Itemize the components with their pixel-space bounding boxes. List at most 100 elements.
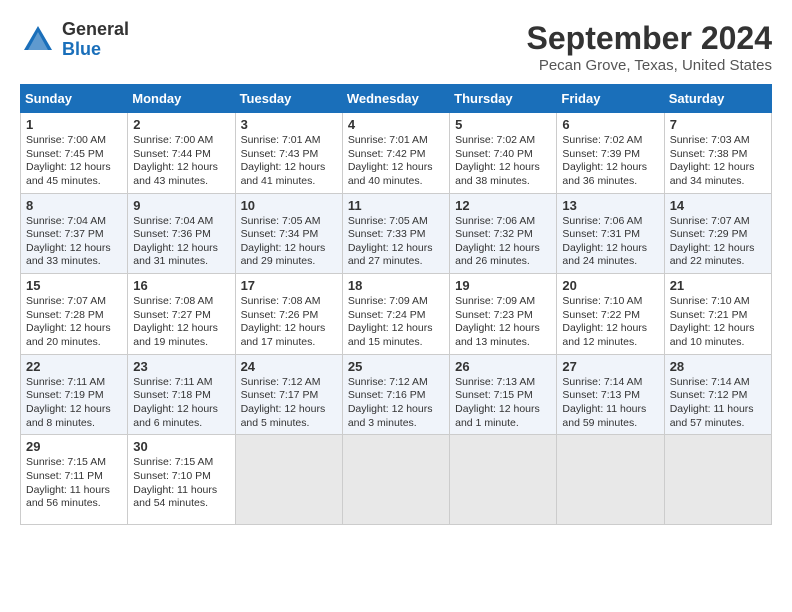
day-info-line: and 43 minutes. [133, 175, 229, 189]
day-number: 2 [133, 117, 229, 132]
day-info-line: Daylight: 12 hours [348, 242, 444, 256]
day-info-line: Sunset: 7:24 PM [348, 309, 444, 323]
day-info-line: Daylight: 12 hours [133, 322, 229, 336]
day-info-line: Sunrise: 7:01 AM [348, 134, 444, 148]
day-info-line: Daylight: 12 hours [26, 403, 122, 417]
day-number: 13 [562, 198, 658, 213]
logo-icon [20, 22, 56, 58]
calendar-cell: 5Sunrise: 7:02 AMSunset: 7:40 PMDaylight… [450, 113, 557, 194]
calendar-cell: 3Sunrise: 7:01 AMSunset: 7:43 PMDaylight… [235, 113, 342, 194]
day-info-line: Daylight: 12 hours [133, 403, 229, 417]
day-info-line: Sunrise: 7:02 AM [455, 134, 551, 148]
day-info-line: Sunset: 7:17 PM [241, 389, 337, 403]
calendar-cell: 17Sunrise: 7:08 AMSunset: 7:26 PMDayligh… [235, 274, 342, 355]
calendar-table: SundayMondayTuesdayWednesdayThursdayFrid… [20, 84, 772, 525]
day-number: 7 [670, 117, 766, 132]
day-info-line: Sunset: 7:18 PM [133, 389, 229, 403]
day-info-line: Sunrise: 7:07 AM [670, 215, 766, 229]
day-info-line: Daylight: 12 hours [348, 322, 444, 336]
calendar-cell: 18Sunrise: 7:09 AMSunset: 7:24 PMDayligh… [342, 274, 449, 355]
day-info-line: Sunrise: 7:13 AM [455, 376, 551, 390]
day-info-line: Sunset: 7:28 PM [26, 309, 122, 323]
calendar-cell [450, 435, 557, 525]
calendar-cell: 26 Sunrise: 7:13 AMSunset: 7:15 PMDayligh… [450, 354, 557, 435]
day-info-line: Sunrise: 7:01 AM [241, 134, 337, 148]
day-info-line: Sunrise: 7:00 AM [133, 134, 229, 148]
day-info-line: Daylight: 11 hours [26, 484, 122, 498]
day-info-line: Daylight: 12 hours [455, 322, 551, 336]
day-info-line: Sunset: 7:37 PM [26, 228, 122, 242]
weekday-header-sunday: Sunday [21, 85, 128, 113]
day-info-line: Sunrise: 7:06 AM [562, 215, 658, 229]
day-info-line: Sunrise: 7:05 AM [348, 215, 444, 229]
day-info-line: Sunrise: 7:12 AM [348, 376, 444, 390]
weekday-header-saturday: Saturday [664, 85, 771, 113]
day-info-line: Sunrise: 7:06 AM [455, 215, 551, 229]
day-info-line: Sunset: 7:15 PM [455, 389, 551, 403]
day-info-line: Sunset: 7:29 PM [670, 228, 766, 242]
day-info-line: Daylight: 12 hours [241, 322, 337, 336]
calendar-cell: 29Sunrise: 7:15 AMSunset: 7:11 PMDayligh… [21, 435, 128, 525]
day-info-line: Daylight: 12 hours [241, 242, 337, 256]
calendar-cell: 19Sunrise: 7:09 AMSunset: 7:23 PMDayligh… [450, 274, 557, 355]
day-number: 4 [348, 117, 444, 132]
day-info-line: Sunset: 7:44 PM [133, 148, 229, 162]
day-info-line: Daylight: 12 hours [562, 322, 658, 336]
day-info-line: Sunrise: 7:15 AM [133, 456, 229, 470]
calendar-cell [235, 435, 342, 525]
day-info-line: Daylight: 12 hours [562, 161, 658, 175]
calendar-cell [664, 435, 771, 525]
day-info-line: and 56 minutes. [26, 497, 122, 511]
day-number: 26 [455, 359, 551, 374]
day-info-line: and 10 minutes. [670, 336, 766, 350]
day-info-line: Sunset: 7:16 PM [348, 389, 444, 403]
day-number: 28 [670, 359, 766, 374]
day-number: 15 [26, 278, 122, 293]
day-info-line: Sunrise: 7:00 AM [26, 134, 122, 148]
day-info-line: and 26 minutes. [455, 255, 551, 269]
logo-text: General Blue [62, 20, 129, 60]
week-row-3: 15Sunrise: 7:07 AMSunset: 7:28 PMDayligh… [21, 274, 772, 355]
day-info-line: Daylight: 12 hours [26, 161, 122, 175]
day-number: 27 [562, 359, 658, 374]
weekday-header-friday: Friday [557, 85, 664, 113]
weekday-header-monday: Monday [128, 85, 235, 113]
day-info-line: Sunrise: 7:09 AM [455, 295, 551, 309]
calendar-cell: 24 Sunrise: 7:12 AMSunset: 7:17 PMDayligh… [235, 354, 342, 435]
week-row-1: 1Sunrise: 7:00 AMSunset: 7:45 PMDaylight… [21, 113, 772, 194]
day-info-line: Daylight: 11 hours [562, 403, 658, 417]
day-info-line: and 6 minutes. [133, 417, 229, 431]
day-number: 14 [670, 198, 766, 213]
day-info-line: Daylight: 12 hours [348, 161, 444, 175]
day-info-line: Daylight: 12 hours [670, 161, 766, 175]
day-info-line: Sunset: 7:42 PM [348, 148, 444, 162]
day-info-line: Daylight: 12 hours [455, 403, 551, 417]
day-info-line: and 41 minutes. [241, 175, 337, 189]
calendar-cell: 10Sunrise: 7:05 AMSunset: 7:34 PMDayligh… [235, 193, 342, 274]
day-info-line: Sunrise: 7:10 AM [670, 295, 766, 309]
day-number: 3 [241, 117, 337, 132]
day-info-line: and 57 minutes. [670, 417, 766, 431]
calendar-cell [557, 435, 664, 525]
day-number: 24 [241, 359, 337, 374]
calendar-cell: 9Sunrise: 7:04 AMSunset: 7:36 PMDaylight… [128, 193, 235, 274]
day-info-line: Sunrise: 7:12 AM [241, 376, 337, 390]
day-info-line: Daylight: 12 hours [670, 322, 766, 336]
day-info-line: Sunset: 7:11 PM [26, 470, 122, 484]
day-info-line: Sunset: 7:19 PM [26, 389, 122, 403]
calendar-cell: 27Sunrise: 7:14 AMSunset: 7:13 PMDayligh… [557, 354, 664, 435]
day-info-line: Sunset: 7:33 PM [348, 228, 444, 242]
day-info-line: Daylight: 12 hours [241, 403, 337, 417]
calendar-cell: 4 Sunrise: 7:01 AMSunset: 7:42 PMDaylight… [342, 113, 449, 194]
logo: General Blue [20, 20, 129, 60]
day-number: 19 [455, 278, 551, 293]
day-info-line: Sunset: 7:13 PM [562, 389, 658, 403]
day-info-line: Daylight: 12 hours [562, 242, 658, 256]
day-info-line: Sunset: 7:26 PM [241, 309, 337, 323]
day-info-line: Sunset: 7:40 PM [455, 148, 551, 162]
day-number: 17 [241, 278, 337, 293]
day-number: 25 [348, 359, 444, 374]
day-info-line: Sunrise: 7:05 AM [241, 215, 337, 229]
calendar-cell: 1Sunrise: 7:00 AMSunset: 7:45 PMDaylight… [21, 113, 128, 194]
day-info-line: Sunrise: 7:11 AM [26, 376, 122, 390]
